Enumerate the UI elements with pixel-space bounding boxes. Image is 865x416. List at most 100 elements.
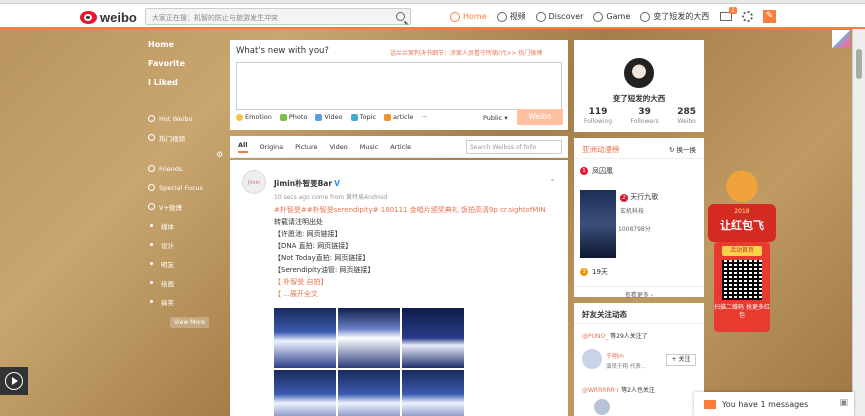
tool-label: Topic <box>359 113 376 121</box>
tab-video[interactable]: Video <box>330 143 348 151</box>
scrollbar-thumb[interactable] <box>856 49 862 79</box>
sidebar-group-item[interactable]: 设计 <box>148 235 228 254</box>
promo-home-button[interactable]: 活动首页 <box>722 246 762 256</box>
more-tools-button[interactable]: ··· <box>421 113 427 121</box>
bullet-icon <box>150 243 153 246</box>
sidebar-item-hot-weibo[interactable]: Hot Weibo <box>148 109 228 128</box>
photo-button[interactable]: Photo <box>279 113 307 121</box>
logo-text: weibo <box>100 9 137 25</box>
topic-button[interactable]: Topic <box>350 113 376 121</box>
sidebar-group-item[interactable]: 明友 <box>148 254 228 273</box>
expand-full-text[interactable]: 【 ...展开全文 <box>274 288 554 300</box>
tab-original[interactable]: Origina <box>260 143 284 151</box>
gear-icon[interactable] <box>742 11 753 22</box>
search-input[interactable]: 大家正在搜：机智的防止与旅游发生冲突 <box>145 8 411 25</box>
chevron-down-icon[interactable]: ⌄ <box>549 174 556 183</box>
nav-game-label: Game <box>606 12 631 21</box>
avatar[interactable]: Jimin <box>242 170 266 194</box>
post-link-line[interactable]: 【许愿池: 网页链接】 <box>274 228 554 240</box>
search-icon[interactable] <box>396 12 405 21</box>
hot-item[interactable]: 3 19天 <box>580 267 608 277</box>
dog-mascot-icon <box>714 160 770 208</box>
nav-user-label: 变了短发的大西 <box>653 12 710 21</box>
promo-banner[interactable]: 2018 让红包飞 <box>708 204 776 242</box>
page-corner-icon[interactable] <box>832 30 850 48</box>
stat-followers[interactable]: 39 Followers <box>631 107 659 125</box>
hot-board-more[interactable]: 查看更多 › <box>574 286 704 299</box>
stat-following[interactable]: 119 Following <box>584 107 612 125</box>
post-photo[interactable] <box>338 308 400 368</box>
compose-icon[interactable]: ✎ <box>763 10 776 23</box>
sidebar-item-home[interactable]: Home <box>148 40 228 59</box>
main-column: What's new with you? 话兰兰案判决书细节：涉案人员看守所病(… <box>230 40 568 416</box>
post-link-line[interactable]: 【 朴智旻 自拍】 <box>274 276 554 288</box>
nav-game[interactable]: Game <box>593 11 631 22</box>
top-tools: 1 ✎ <box>720 7 776 25</box>
hot-item-poster[interactable] <box>580 190 616 258</box>
feed-search-input[interactable]: Search Weibos of follo <box>466 140 562 154</box>
profile-name[interactable]: 变了短发的大西 <box>574 93 704 104</box>
music-player[interactable] <box>0 367 28 395</box>
nav-home[interactable]: Home <box>450 11 487 22</box>
profile-avatar[interactable] <box>622 56 656 90</box>
weibo-logo[interactable]: weibo <box>80 9 140 25</box>
mail-icon[interactable]: 1 <box>720 7 737 21</box>
sidebar-settings-icon[interactable]: ⚙ <box>216 150 223 159</box>
mail-badge: 1 <box>729 7 737 14</box>
message-text: You have 1 messages <box>722 399 809 409</box>
hot-topic-link[interactable]: 话兰兰案判决书细节：涉案人员看守所病(代>> 热门微博 <box>390 48 542 57</box>
nav-discover[interactable]: Discover <box>535 11 583 22</box>
sidebar-group-item[interactable]: 搞笑 <box>148 292 228 311</box>
nav-user[interactable]: 变了短发的大西 <box>640 11 709 22</box>
vplus-icon <box>148 203 155 210</box>
privacy-select[interactable]: Public ▾ <box>483 114 508 122</box>
tab-all[interactable]: All <box>238 141 248 153</box>
sidebar-item-liked[interactable]: I Liked <box>148 78 228 97</box>
sidebar-item-friends[interactable]: Friends <box>148 159 228 178</box>
follow-button[interactable]: + 关注 <box>666 354 696 366</box>
divider <box>574 323 704 324</box>
post-photo[interactable] <box>402 308 464 368</box>
post-photo[interactable] <box>338 370 400 416</box>
article-button[interactable]: article <box>384 113 413 121</box>
post-photo[interactable] <box>274 308 336 368</box>
tab-music[interactable]: Music <box>360 143 379 151</box>
message-notification[interactable]: You have 1 messages ▣ <box>694 392 854 416</box>
suggested-user-name[interactable]: 于翔m <box>606 351 624 360</box>
sidebar-group-item[interactable]: 媒体 <box>148 216 228 235</box>
nav-video[interactable]: 视频 <box>496 11 526 22</box>
post-author[interactable]: Jimin朴智旻Bar V <box>274 178 340 189</box>
tab-picture[interactable]: Picture <box>295 143 317 151</box>
post-textarea[interactable] <box>236 62 562 110</box>
refresh-button[interactable]: ↻ 换一换 <box>669 144 696 154</box>
stat-weibo[interactable]: 285 Weibo <box>677 107 696 125</box>
avatar[interactable] <box>594 399 610 415</box>
scrollbar[interactable] <box>852 29 865 416</box>
nav-video-label: 视频 <box>509 12 526 21</box>
send-button[interactable]: Weibo <box>517 109 563 125</box>
post-line[interactable]: #朴智旻##朴智旻serendipity# 180111 金唱片颁奖典礼 饭拍高… <box>274 204 554 216</box>
post-photo[interactable] <box>402 370 464 416</box>
video-button[interactable]: Video <box>315 113 343 121</box>
emotion-button[interactable]: Emotion <box>236 113 272 121</box>
sidebar-group-item[interactable]: 绘画 <box>148 273 228 292</box>
avatar[interactable] <box>582 349 602 369</box>
post-link-line[interactable]: 【DNA 直拍: 网页链接】 <box>274 240 554 252</box>
hot-item-sub: 玄机科技 <box>620 208 645 215</box>
post-link-line[interactable]: 【Serendipity油管: 网页链接】 <box>274 264 554 276</box>
sidebar-item-favorite[interactable]: Favorite <box>148 59 228 78</box>
post-link-line[interactable]: 【Not Today直拍: 网页链接】 <box>274 252 554 264</box>
sidebar-item-hot-video[interactable]: 热门视频 <box>148 128 228 147</box>
feed-tabs: All Origina Picture Video Music Article … <box>230 136 568 158</box>
tab-article[interactable]: Article <box>390 143 411 151</box>
view-more-button[interactable]: View More <box>170 317 210 328</box>
sidebar-item-vplus[interactable]: V+微博 <box>148 197 228 216</box>
hot-item[interactable]: 2 天行九歌 玄机科技 1008798分 <box>618 192 658 233</box>
hot-item[interactable]: 1 凤囚凰 <box>580 166 613 176</box>
friend-user-link[interactable]: @WRRRRR·r <box>582 387 619 394</box>
post-photo[interactable] <box>274 370 336 416</box>
chat-icon[interactable]: ▣ <box>839 398 848 408</box>
friend-user-link[interactable]: @PUNO_ <box>582 333 608 340</box>
sidebar-item-special-focus[interactable]: Special Focus <box>148 178 228 197</box>
hot-board-title[interactable]: 亚洲动漫榜 <box>582 144 620 155</box>
